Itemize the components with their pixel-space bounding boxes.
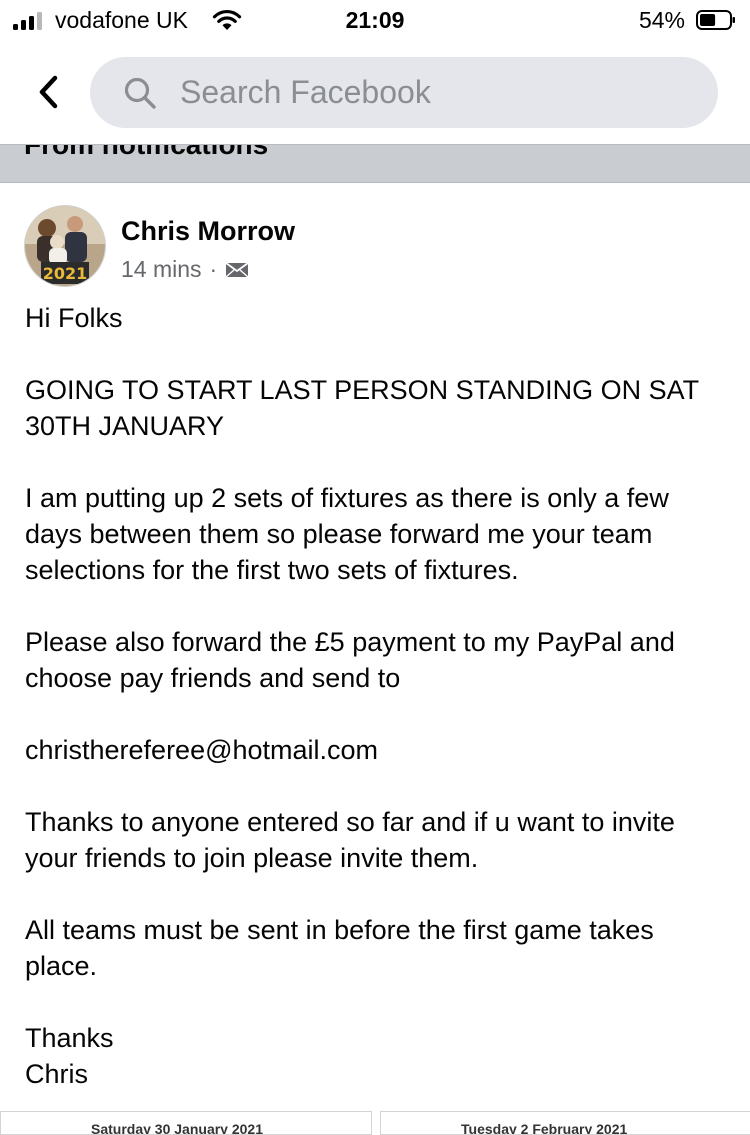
chevron-left-icon [39, 75, 58, 109]
post-paragraph: Please also forward the £5 payment to my… [25, 627, 675, 693]
post-paragraph: Hi Folks [25, 303, 123, 333]
avatar[interactable]: 2021 [24, 205, 106, 287]
search-icon [124, 77, 156, 109]
attachment-title: Saturday 30 January 2021 [91, 1121, 263, 1135]
post-meta: 14 mins · [121, 256, 249, 283]
post-paragraph: GOING TO START LAST PERSON STANDING ON S… [25, 375, 699, 441]
status-bar: vodafone UK 21:09 54% [0, 0, 750, 44]
post-paragraph: I am putting up 2 sets of fixtures as th… [25, 483, 669, 585]
post-time[interactable]: 14 mins [121, 256, 202, 283]
post-paragraph: Thanks to anyone entered so far and if u… [25, 807, 675, 873]
from-notifications-label: From notifications [24, 144, 269, 160]
back-button[interactable] [28, 68, 68, 116]
clock: 21:09 [345, 7, 405, 33]
meta-separator: · [209, 256, 218, 282]
profile-photo: 2021 [25, 206, 105, 286]
from-notifications-banner: From notifications [0, 144, 750, 183]
attachment-image[interactable]: Tuesday 2 February 2021 [380, 1111, 750, 1135]
attachment-image[interactable]: Saturday 30 January 2021 [0, 1111, 372, 1135]
post-paragraph: All teams must be sent in before the fir… [25, 915, 654, 981]
post-body: Hi Folks GOING TO START LAST PERSON STAN… [25, 300, 725, 1092]
post-signature: Chris [25, 1059, 89, 1089]
avatar-badge: 2021 [43, 264, 88, 283]
post-email-link[interactable]: christhereferee@hotmail.com [25, 732, 725, 768]
search-input[interactable]: Search Facebook [180, 57, 431, 128]
search-bar[interactable]: Search Facebook [90, 57, 718, 128]
envelope-icon [225, 261, 249, 278]
post-sign-off: Thanks [25, 1023, 114, 1053]
battery-percent: 54% [638, 7, 685, 33]
post-author[interactable]: Chris Morrow [121, 216, 295, 247]
battery-icon [696, 10, 735, 30]
attachment-title: Tuesday 2 February 2021 [461, 1121, 628, 1135]
